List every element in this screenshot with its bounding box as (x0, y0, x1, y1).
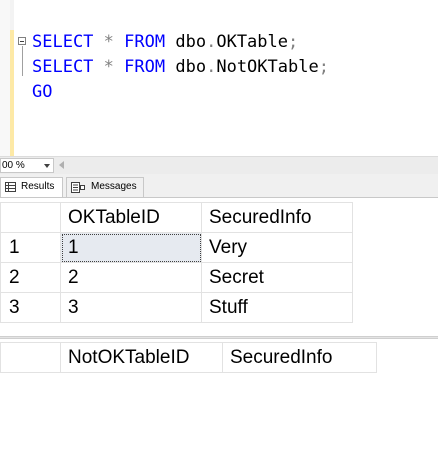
zoom-dropdown[interactable]: 00 % (0, 158, 54, 173)
cell-oktableid[interactable]: 2 (60, 262, 202, 293)
schema-name: dbo (175, 57, 207, 77)
star-token: * (103, 32, 114, 52)
row-number[interactable]: 3 (0, 292, 61, 323)
dot-token: . (206, 32, 217, 52)
cell-securedinfo[interactable]: Secret (201, 262, 353, 293)
code-line-2[interactable]: SELECT * FROM dbo.NotOKTable; (32, 55, 329, 80)
star-token: * (103, 57, 114, 77)
keyword-select: SELECT (32, 32, 94, 52)
row-number[interactable]: 1 (0, 232, 61, 263)
row-number-header[interactable] (0, 202, 61, 233)
keyword-select: SELECT (32, 57, 94, 77)
semicolon-token: ; (288, 32, 299, 52)
grid-icon (5, 182, 16, 192)
chevron-down-icon (44, 164, 50, 168)
table-name: NotOKTable (216, 57, 319, 77)
messages-icon (71, 182, 85, 193)
table-row: 1 1 Very (0, 232, 353, 263)
semicolon-token: ; (318, 57, 329, 77)
code-line-1[interactable]: SELECT * FROM dbo.OKTable; (32, 30, 298, 55)
column-header[interactable]: SecuredInfo (222, 342, 377, 373)
header-row: NotOKTableID SecuredInfo (0, 342, 377, 373)
cell-oktableid[interactable]: 3 (60, 292, 202, 323)
outline-guide-line (22, 46, 23, 76)
zoom-value: 00 % (2, 160, 25, 171)
scroll-left-arrow-icon[interactable] (59, 161, 64, 169)
code-line-3[interactable]: GO (32, 80, 52, 105)
keyword-go: GO (32, 82, 53, 102)
collapse-outline-icon[interactable] (18, 37, 26, 45)
tab-results-label: Results (21, 181, 55, 192)
column-header[interactable]: SecuredInfo (201, 202, 353, 233)
header-row: OKTableID SecuredInfo (0, 202, 353, 233)
keyword-from: FROM (124, 57, 166, 77)
editor-gutter (0, 0, 10, 156)
grid-splitter[interactable] (0, 336, 438, 339)
cell-securedinfo[interactable]: Very (201, 232, 353, 263)
keyword-from: FROM (124, 32, 166, 52)
query-editor[interactable]: SELECT * FROM dbo.OKTable; SELECT * FROM… (0, 0, 438, 156)
results-tabbar: Results Messages (0, 174, 438, 198)
zoom-bar: 00 % (0, 156, 438, 174)
tab-messages[interactable]: Messages (66, 177, 144, 197)
table-name: OKTable (216, 32, 288, 52)
results-grid-1: OKTableID SecuredInfo 1 1 Very 2 2 Secre… (0, 202, 353, 323)
cell-oktableid[interactable]: 1 (60, 232, 202, 263)
dot-token: . (206, 57, 217, 77)
row-number-header[interactable] (0, 342, 61, 373)
tab-results[interactable]: Results (0, 177, 63, 197)
table-row: 2 2 Secret (0, 262, 353, 293)
results-grid-2: NotOKTableID SecuredInfo (0, 342, 377, 373)
column-header[interactable]: NotOKTableID (60, 342, 223, 373)
cell-securedinfo[interactable]: Stuff (201, 292, 353, 323)
column-header[interactable]: OKTableID (60, 202, 202, 233)
schema-name: dbo (175, 32, 207, 52)
table-row: 3 3 Stuff (0, 292, 353, 323)
change-tracking-bar (10, 30, 14, 156)
row-number[interactable]: 2 (0, 262, 61, 293)
tab-messages-label: Messages (91, 181, 137, 192)
